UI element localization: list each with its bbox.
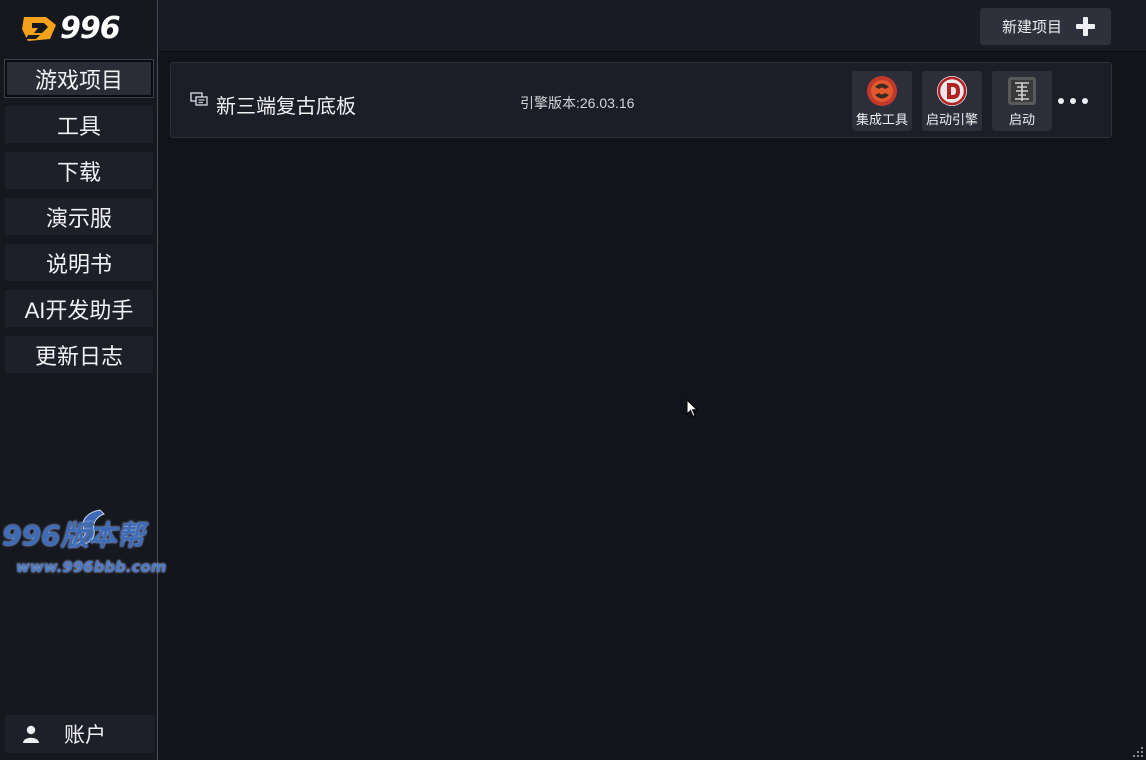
sidebar-item-label: 演示服: [45, 205, 112, 231]
sidebar-item-label: 说明书: [45, 251, 112, 277]
project-name: 新三端复古底板: [216, 96, 356, 118]
user-icon: [23, 725, 39, 743]
launch-engine-label: 启动引擎: [925, 112, 978, 127]
plus-icon: [1076, 17, 1096, 36]
dot-icon: [1058, 98, 1064, 104]
new-project-label: 新建项目: [1002, 19, 1063, 36]
sidebar-item-changelog[interactable]: 更新日志: [5, 336, 153, 373]
dot-icon: [1082, 98, 1088, 104]
engine-d-icon: [937, 76, 967, 106]
sidebar-item-ai-assistant[interactable]: AI开发助手: [5, 290, 153, 327]
watermark: 996版本帮 www.996bbb.com: [0, 506, 210, 584]
top-bar: 新建项目: [159, 0, 1146, 52]
sidebar-item-label: AI开发助手: [24, 297, 134, 323]
engine-version: 引擎版本:26.03.16: [520, 95, 635, 111]
dragon-launch-icon: [1008, 77, 1036, 105]
integration-tool-button[interactable]: 集成工具: [852, 71, 912, 131]
sidebar-item-label: 下载: [56, 159, 101, 185]
sidebar-item-game-projects[interactable]: 游戏项目: [5, 60, 153, 97]
sidebar-item-label: 更新日志: [34, 343, 123, 369]
launch-button[interactable]: 启动: [992, 71, 1052, 131]
sidebar-item-label: 工具: [56, 113, 101, 139]
mouse-cursor-icon: [686, 399, 698, 418]
integration-tool-label: 集成工具: [855, 112, 908, 127]
sidebar-item-demo-server[interactable]: 演示服: [5, 198, 153, 235]
project-chat-icon: [190, 92, 208, 106]
sidebar-item-manual[interactable]: 说明书: [5, 244, 153, 281]
resize-grip-icon[interactable]: [1132, 746, 1144, 758]
integration-tool-icon: [867, 76, 897, 106]
sidebar-item-label: 游戏项目: [34, 67, 123, 93]
dot-icon: [1070, 98, 1076, 104]
new-project-button[interactable]: 新建项目: [980, 8, 1111, 45]
logo-text: 996: [60, 11, 121, 46]
launch-engine-button[interactable]: 启动引擎: [922, 71, 982, 131]
sidebar-item-download[interactable]: 下载: [5, 152, 153, 189]
sidebar: 996 游戏项目 工具 下载 演示服 说明书 AI开发助手 更新日志 996版本…: [0, 0, 166, 760]
launch-label: 启动: [1008, 112, 1035, 127]
watermark-url: www.996bbb.com: [16, 558, 167, 576]
watermark-title: 996版本帮: [2, 519, 145, 552]
logo-mark-icon: [22, 17, 56, 41]
app-window: 996 游戏项目 工具 下载 演示服 说明书 AI开发助手 更新日志 996版本…: [0, 0, 1146, 760]
sidebar-item-tools[interactable]: 工具: [5, 106, 153, 143]
project-card[interactable]: 新三端复古底板 引擎版本:26.03.16 集成工具 启动引擎 启动: [170, 62, 1112, 138]
account-label: 账户: [64, 724, 106, 747]
account-button[interactable]: 账户: [5, 715, 155, 753]
more-options-button[interactable]: [1058, 91, 1088, 111]
app-logo: 996: [20, 12, 132, 46]
